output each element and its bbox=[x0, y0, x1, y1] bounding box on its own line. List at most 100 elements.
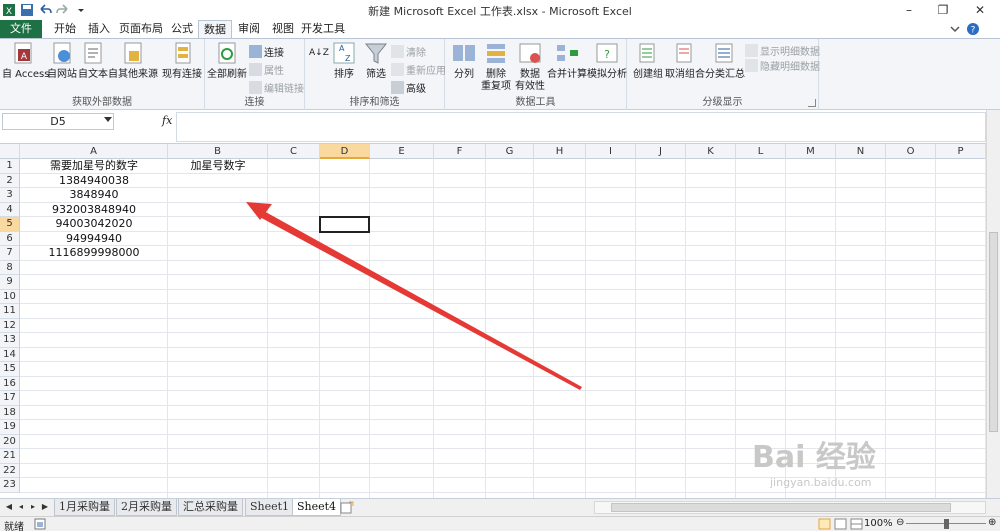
sheet-tab-sheet4[interactable]: Sheet4 bbox=[292, 499, 342, 516]
column-header-b[interactable]: B bbox=[168, 144, 268, 159]
column-header-j[interactable]: J bbox=[636, 144, 686, 159]
existing-connections-button[interactable]: 现有连接 bbox=[160, 41, 204, 81]
cell-a4[interactable]: 932003848940 bbox=[20, 203, 168, 217]
first-sheet-icon[interactable]: ◀ bbox=[4, 501, 14, 513]
sort-button[interactable]: AZ 排序 bbox=[329, 41, 359, 81]
from-web-button[interactable]: 自网站 bbox=[46, 41, 78, 81]
column-header-k[interactable]: K bbox=[686, 144, 736, 159]
group-button[interactable]: 创建组 bbox=[631, 41, 665, 81]
row-header-8[interactable]: 8 bbox=[0, 260, 20, 275]
properties-button[interactable]: 属性 bbox=[249, 61, 284, 77]
cell-a3[interactable]: 3848940 bbox=[20, 188, 168, 202]
tab-formulas[interactable]: 公式 bbox=[166, 20, 198, 38]
ungroup-button[interactable]: 取消组合 bbox=[665, 41, 705, 81]
select-all-corner[interactable] bbox=[0, 144, 20, 159]
minimize-ribbon-icon[interactable] bbox=[948, 22, 962, 36]
insert-function-icon[interactable]: fx bbox=[162, 114, 172, 127]
row-header-19[interactable]: 19 bbox=[0, 420, 20, 435]
row-header-12[interactable]: 12 bbox=[0, 318, 20, 333]
row-header-18[interactable]: 18 bbox=[0, 405, 20, 420]
column-header-c[interactable]: C bbox=[268, 144, 320, 159]
horizontal-scroll-thumb[interactable] bbox=[611, 503, 951, 512]
cell-a7[interactable]: 1116899998000 bbox=[20, 246, 168, 260]
cell-a1[interactable]: 需要加星号的数字 bbox=[20, 159, 168, 173]
column-header-n[interactable]: N bbox=[836, 144, 886, 159]
connections-button[interactable]: 连接 bbox=[249, 43, 284, 59]
column-header-e[interactable]: E bbox=[370, 144, 434, 159]
sheet-tab-jan[interactable]: 1月采购量 bbox=[54, 499, 115, 516]
sheet-tab-feb[interactable]: 2月采购量 bbox=[116, 499, 177, 516]
minimize-button[interactable]: – bbox=[892, 0, 926, 20]
row-header-3[interactable]: 3 bbox=[0, 188, 20, 203]
row-header-21[interactable]: 21 bbox=[0, 449, 20, 464]
remove-duplicates-button[interactable]: 删除 重复项 bbox=[479, 41, 513, 93]
normal-view-icon[interactable] bbox=[818, 518, 831, 530]
help-icon[interactable]: ? bbox=[966, 22, 980, 36]
column-header-p[interactable]: P bbox=[936, 144, 986, 159]
row-header-15[interactable]: 15 bbox=[0, 362, 20, 377]
vertical-scrollbar[interactable] bbox=[986, 110, 1000, 498]
row-header-1[interactable]: 1 bbox=[0, 159, 20, 174]
subtotal-button[interactable]: 分类汇总 bbox=[705, 41, 745, 81]
active-cell[interactable] bbox=[319, 216, 370, 233]
cell-a2[interactable]: 1384940038 bbox=[20, 174, 168, 188]
last-sheet-icon[interactable]: ▶ bbox=[40, 501, 50, 513]
row-header-4[interactable]: 4 bbox=[0, 202, 20, 217]
row-header-5[interactable]: 5 bbox=[0, 217, 20, 232]
row-header-7[interactable]: 7 bbox=[0, 246, 20, 261]
sheet-tab-sheet1[interactable]: Sheet1 bbox=[245, 499, 295, 516]
outline-dialog-launcher-icon[interactable] bbox=[808, 99, 816, 107]
clear-filter-button[interactable]: 清除 bbox=[391, 43, 426, 59]
row-header-16[interactable]: 16 bbox=[0, 376, 20, 391]
vertical-scroll-thumb[interactable] bbox=[989, 232, 998, 432]
text-to-columns-button[interactable]: 分列 bbox=[449, 41, 479, 81]
tab-insert[interactable]: 插入 bbox=[82, 20, 116, 38]
column-header-o[interactable]: O bbox=[886, 144, 936, 159]
cell-a6[interactable]: 94994940 bbox=[20, 232, 168, 246]
cell-b1[interactable]: 加星号数字 bbox=[168, 159, 268, 173]
column-header-d[interactable]: D bbox=[320, 144, 370, 159]
column-header-m[interactable]: M bbox=[786, 144, 836, 159]
column-header-h[interactable]: H bbox=[534, 144, 586, 159]
close-button[interactable]: ✕ bbox=[960, 0, 1000, 20]
cell-a5[interactable]: 94003042020 bbox=[20, 217, 168, 231]
tab-home[interactable]: 开始 bbox=[48, 20, 82, 38]
tab-review[interactable]: 审阅 bbox=[232, 20, 266, 38]
tab-file[interactable]: 文件 bbox=[0, 20, 42, 38]
data-validation-button[interactable]: 数据 有效性 bbox=[513, 41, 547, 93]
row-header-9[interactable]: 9 bbox=[0, 275, 20, 290]
zoom-slider-thumb[interactable] bbox=[944, 519, 949, 529]
zoom-out-icon[interactable]: ⊖ bbox=[896, 517, 904, 528]
column-header-i[interactable]: I bbox=[586, 144, 636, 159]
row-header-2[interactable]: 2 bbox=[0, 173, 20, 188]
tab-data[interactable]: 数据 bbox=[198, 20, 232, 38]
row-header-23[interactable]: 23 bbox=[0, 478, 20, 493]
tab-view[interactable]: 视图 bbox=[266, 20, 300, 38]
tab-developer[interactable]: 开发工具 bbox=[300, 20, 346, 38]
from-other-sources-button[interactable]: 自其他来源 bbox=[108, 41, 158, 81]
page-layout-view-icon[interactable] bbox=[834, 518, 847, 530]
restore-button[interactable]: ❐ bbox=[926, 0, 960, 20]
page-break-view-icon[interactable] bbox=[850, 518, 863, 530]
reapply-button[interactable]: 重新应用 bbox=[391, 61, 446, 77]
filter-button[interactable]: 筛选 bbox=[361, 41, 391, 81]
row-header-11[interactable]: 11 bbox=[0, 304, 20, 319]
row-header-22[interactable]: 22 bbox=[0, 463, 20, 478]
from-text-button[interactable]: 自文本 bbox=[78, 41, 108, 81]
from-access-button[interactable]: A 自 Access bbox=[2, 41, 49, 81]
refresh-all-button[interactable]: 全部刷新 bbox=[207, 41, 247, 81]
row-header-13[interactable]: 13 bbox=[0, 333, 20, 348]
zoom-level[interactable]: 100% bbox=[864, 518, 893, 529]
hide-detail-button[interactable]: 隐藏明细数据 bbox=[745, 57, 820, 73]
consolidate-button[interactable]: 合并计算 bbox=[547, 41, 587, 81]
row-header-10[interactable]: 10 bbox=[0, 289, 20, 304]
column-header-g[interactable]: G bbox=[486, 144, 534, 159]
macro-record-icon[interactable] bbox=[34, 518, 46, 530]
row-header-20[interactable]: 20 bbox=[0, 434, 20, 449]
row-header-6[interactable]: 6 bbox=[0, 231, 20, 246]
sort-az-button[interactable]: A↓Z bbox=[309, 45, 329, 61]
tab-page-layout[interactable]: 页面布局 bbox=[116, 20, 166, 38]
row-header-17[interactable]: 17 bbox=[0, 391, 20, 406]
name-box[interactable]: D5 bbox=[2, 113, 114, 130]
what-if-analysis-button[interactable]: ? 模拟分析 bbox=[587, 41, 627, 81]
